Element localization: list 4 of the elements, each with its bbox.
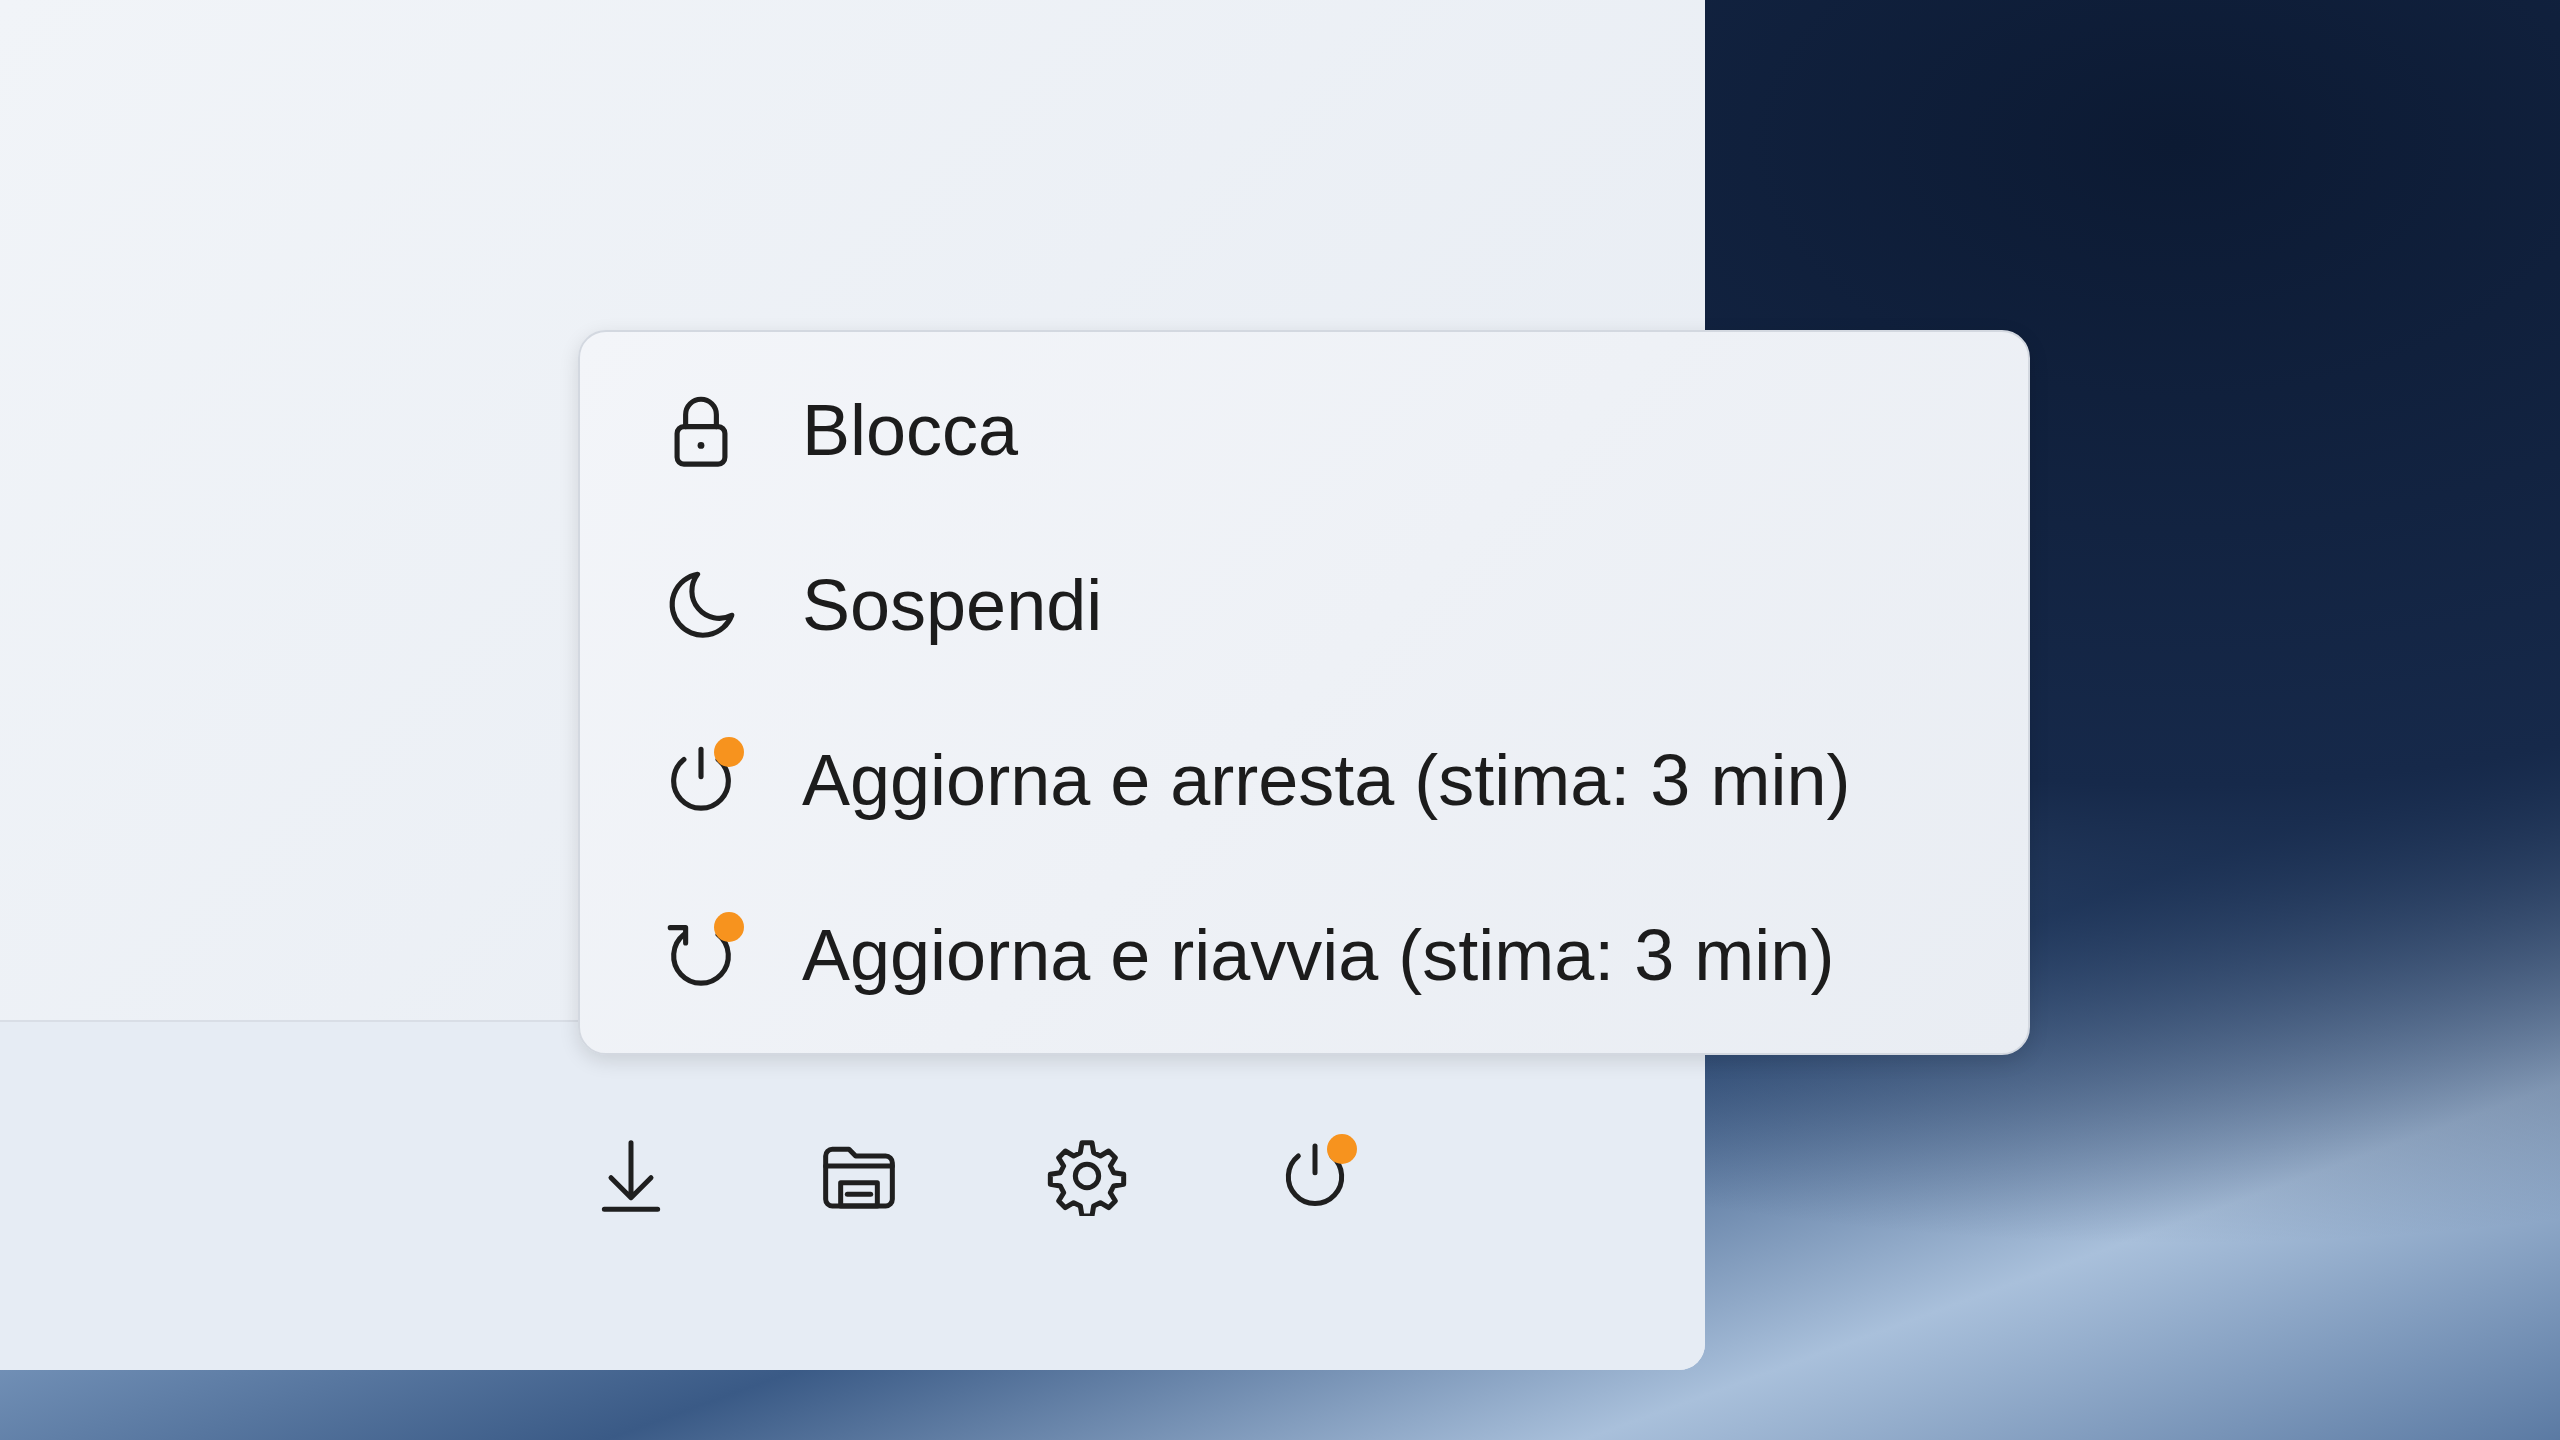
power-menu-item[interactable]: Blocca xyxy=(660,342,1988,518)
power-menu-item[interactable]: Sospendi xyxy=(660,517,1988,693)
power-menu-item[interactable]: Aggiorna e riavvia (stima: 3 min) xyxy=(660,867,1988,1043)
power-menu-item[interactable]: Aggiorna e arresta (stima: 3 min) xyxy=(660,692,1988,868)
